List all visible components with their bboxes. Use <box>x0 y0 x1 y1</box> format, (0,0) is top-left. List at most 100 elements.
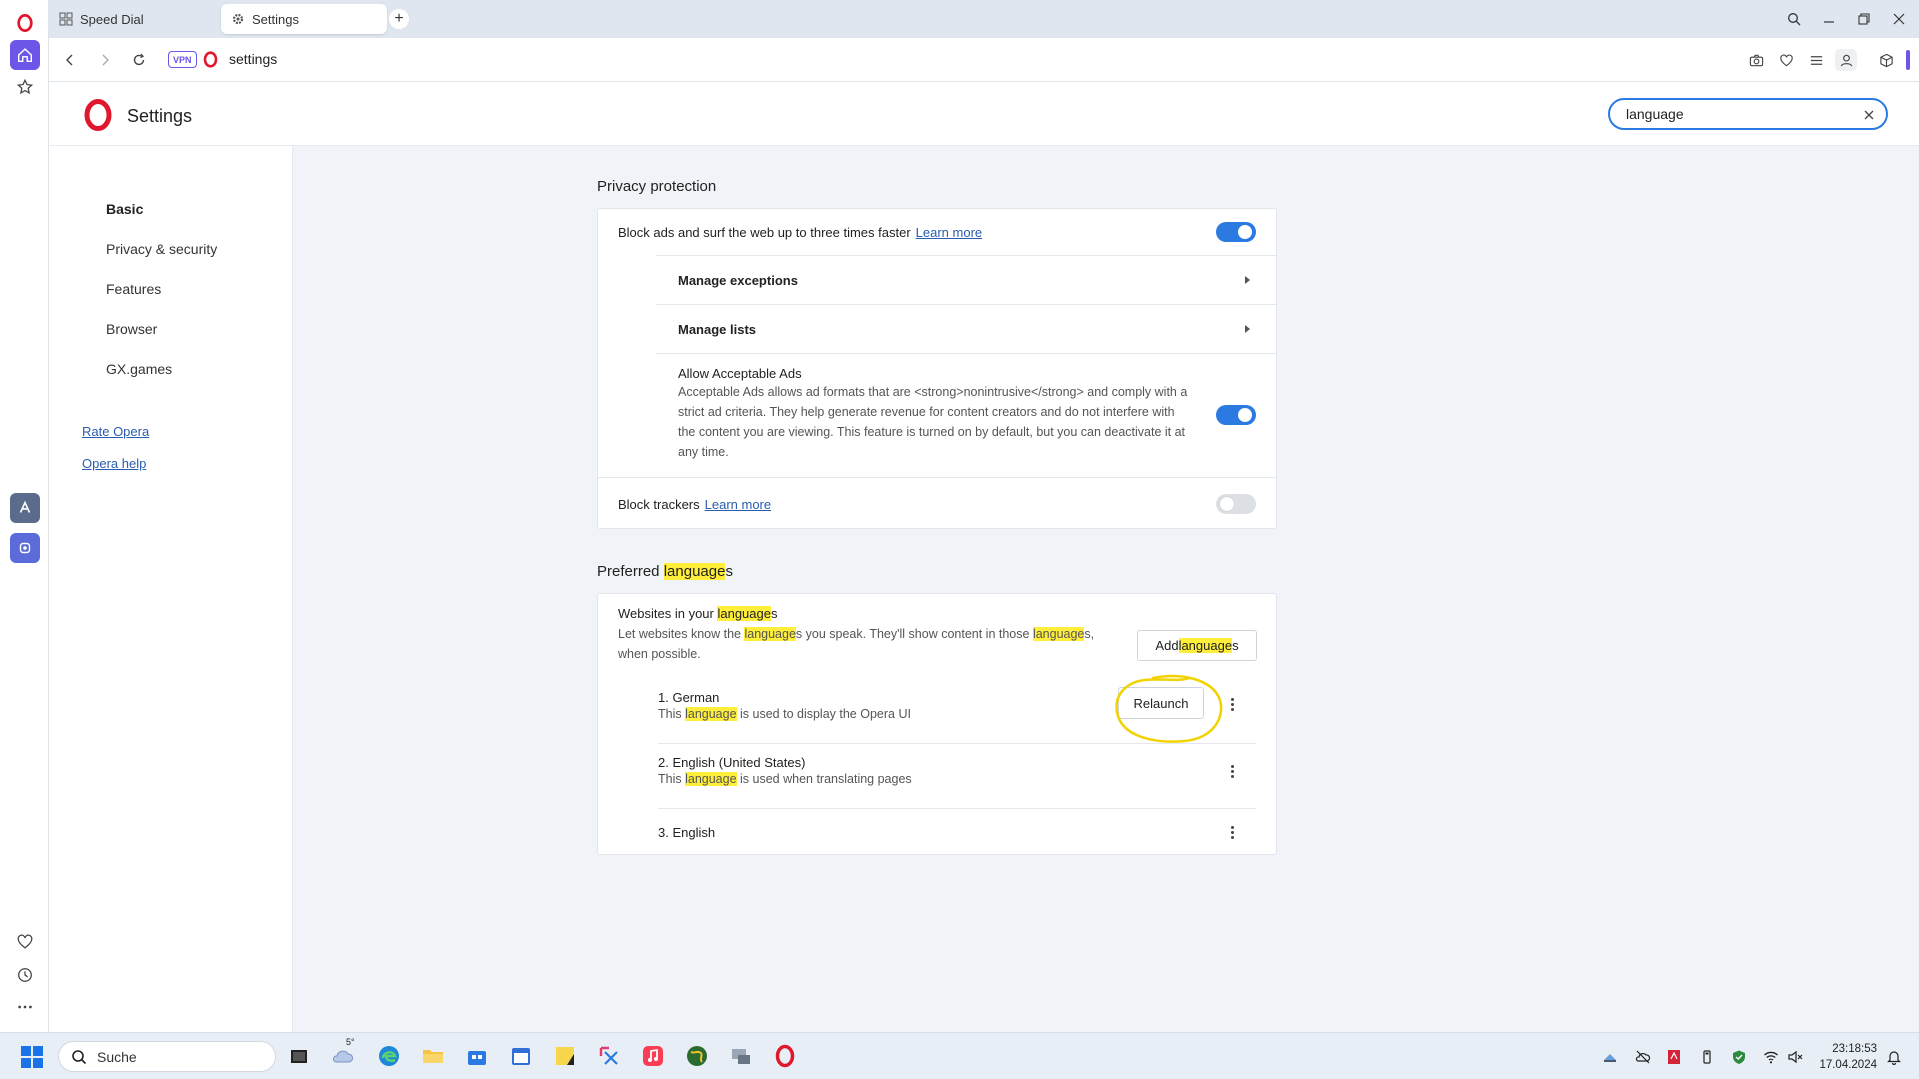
tray-wifi-icon[interactable] <box>1762 1048 1780 1066</box>
chat-app-button[interactable] <box>10 533 40 563</box>
tab-speed-dial[interactable]: Speed Dial <box>49 4 219 34</box>
favorites-button[interactable] <box>10 927 40 957</box>
settings-search[interactable] <box>1608 98 1888 130</box>
tray-onedrive-icon[interactable] <box>1634 1048 1652 1066</box>
nav-item-features[interactable]: Features <box>106 281 161 297</box>
reload-icon <box>133 53 145 66</box>
back-button[interactable] <box>60 50 80 70</box>
minimize-icon <box>1824 21 1834 23</box>
title-text: Preferred <box>597 563 664 580</box>
language-usage: This language is used when translating p… <box>658 769 912 789</box>
url-text[interactable]: settings <box>229 51 277 67</box>
pdf-icon <box>1668 1050 1680 1064</box>
toggle-knob <box>1238 225 1252 239</box>
taskbar-search[interactable]: Suche <box>58 1041 276 1072</box>
relaunch-button[interactable]: Relaunch <box>1118 687 1204 719</box>
restore-icon <box>1858 13 1870 25</box>
block-trackers-learn-more[interactable]: Learn more <box>705 497 771 512</box>
restore-button[interactable] <box>1853 8 1875 30</box>
easy-setup-button[interactable] <box>1805 49 1827 71</box>
taskbar-app-store[interactable] <box>464 1043 490 1069</box>
taskbar-app-network-tool[interactable] <box>728 1043 754 1069</box>
vpn-badge[interactable]: VPN <box>168 51 197 68</box>
sidebar-setup-indicator <box>1906 50 1910 70</box>
taskbar-app-music[interactable] <box>640 1043 666 1069</box>
tray-usb-icon[interactable] <box>1698 1048 1716 1066</box>
nav-item-gx-games[interactable]: GX.games <box>106 361 172 377</box>
manage-exceptions-row[interactable]: Manage exceptions <box>598 256 1276 304</box>
block-trackers-toggle[interactable] <box>1216 494 1256 514</box>
home-button[interactable] <box>10 40 40 70</box>
dot-icon <box>1230 702 1234 706</box>
taskbar-app-edge[interactable] <box>376 1043 402 1069</box>
block-trackers-row: Block trackers Learn more <box>598 478 1276 530</box>
sticky-notes-icon <box>556 1047 574 1065</box>
search-highlight: language <box>685 772 737 786</box>
tab-settings[interactable]: Settings <box>221 4 387 34</box>
globe-icon <box>687 1046 707 1066</box>
language-options-button[interactable] <box>1224 822 1240 842</box>
block-ads-toggle[interactable] <box>1216 222 1256 242</box>
taskbar-app-notes[interactable] <box>552 1043 578 1069</box>
opera-help-link[interactable]: Opera help <box>82 456 146 471</box>
nav-item-privacy-security[interactable]: Privacy & security <box>106 241 217 257</box>
calendar-icon <box>512 1048 530 1065</box>
tray-network-share-icon[interactable] <box>1601 1048 1619 1066</box>
clock-date: 17.04.2024 <box>1819 1059 1877 1071</box>
nav-item-browser[interactable]: Browser <box>106 321 157 337</box>
close-window-button[interactable] <box>1888 8 1910 30</box>
language-name: 3. English <box>658 825 716 840</box>
clear-search-button[interactable] <box>1860 106 1878 124</box>
manage-lists-row[interactable]: Manage lists <box>598 305 1276 353</box>
taskbar-weather[interactable]: 5° <box>330 1037 356 1069</box>
minimize-button[interactable] <box>1818 8 1840 30</box>
settings-main: Privacy protection Block ads and surf th… <box>293 146 1919 1032</box>
tab-strip: Speed Dial Settings + <box>49 0 1919 38</box>
extensions-button[interactable] <box>1875 49 1897 71</box>
tray-notifications-icon[interactable] <box>1885 1048 1903 1066</box>
reload-button[interactable] <box>129 50 149 70</box>
taskbar-app-globe[interactable] <box>684 1043 710 1069</box>
bookmark-button[interactable] <box>1775 49 1797 71</box>
taskbar-app-snipping[interactable] <box>596 1043 622 1069</box>
pinboards-button[interactable] <box>10 72 40 102</box>
tray-pdf-icon[interactable] <box>1665 1048 1683 1066</box>
settings-search-input[interactable] <box>1626 106 1846 122</box>
language-usage: This language is used to display the Ope… <box>658 704 911 724</box>
block-ads-learn-more[interactable]: Learn more <box>916 225 982 240</box>
acceptable-ads-toggle[interactable] <box>1216 405 1256 425</box>
more-button[interactable] <box>10 992 40 1022</box>
text: is used to display the Opera UI <box>736 707 911 721</box>
weather-temp: 5° <box>346 1037 355 1047</box>
taskbar-clock[interactable]: 23:18:53 17.04.2024 <box>1813 1041 1877 1073</box>
block-trackers-label: Block trackers <box>618 497 700 512</box>
text: s <box>1232 638 1239 653</box>
language-item: 3. English <box>598 809 1276 855</box>
bell-icon <box>1887 1051 1901 1065</box>
taskbar-app-file-explorer[interactable] <box>420 1043 446 1069</box>
language-options-button[interactable] <box>1224 761 1240 781</box>
star-icon <box>16 78 34 95</box>
aria-app-button[interactable] <box>10 493 40 523</box>
snapshot-button[interactable] <box>1745 49 1767 71</box>
history-button[interactable] <box>10 960 40 990</box>
language-options-button[interactable] <box>1224 694 1240 714</box>
tab-search-button[interactable] <box>1783 8 1805 30</box>
tray-security-icon[interactable] <box>1730 1048 1748 1066</box>
taskbar-app-calendar[interactable] <box>508 1043 534 1069</box>
block-ads-label: Block ads and surf the web up to three t… <box>618 225 911 240</box>
languages-card: Websites in your languages Let websites … <box>597 593 1277 855</box>
taskbar-app-task-view[interactable] <box>286 1043 312 1069</box>
rate-opera-link[interactable]: Rate Opera <box>82 424 149 439</box>
home-icon <box>17 48 33 63</box>
taskbar-app-opera[interactable] <box>772 1043 798 1069</box>
opera-menu-logo[interactable] <box>10 8 40 38</box>
profile-button[interactable] <box>1835 49 1857 71</box>
add-languages-button[interactable]: Add language s <box>1137 630 1257 661</box>
windows-start-icon[interactable] <box>20 1045 44 1069</box>
nav-item-basic[interactable]: Basic <box>106 201 143 217</box>
forward-button[interactable] <box>95 50 115 70</box>
new-tab-button[interactable]: + <box>389 9 409 29</box>
tray-volume-muted-icon[interactable] <box>1786 1048 1804 1066</box>
opera-logo-icon <box>84 99 112 131</box>
